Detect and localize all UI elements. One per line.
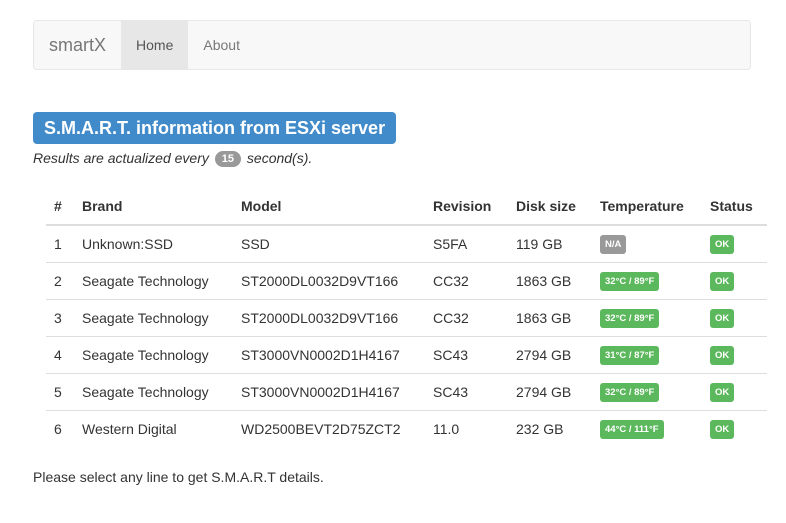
table-row[interactable]: 4 Seagate Technology ST3000VN0002D1H4167… xyxy=(46,336,767,374)
navbar-brand[interactable]: smartX xyxy=(34,21,121,69)
cell-revision: SC43 xyxy=(425,373,508,411)
cell-disk-size: 232 GB xyxy=(508,410,592,447)
cell-number: 2 xyxy=(46,262,74,300)
nav-item-home[interactable]: Home xyxy=(121,21,189,69)
table-row[interactable]: 6 Western Digital WD2500BEVT2D75ZCT2 11.… xyxy=(46,410,767,447)
column-header-disk-size: Disk size xyxy=(508,187,592,226)
cell-brand: Unknown:SSD xyxy=(82,236,174,252)
cell-status: OK xyxy=(702,225,767,263)
temperature-badge: 32°C / 89°F xyxy=(600,382,660,402)
status-badge: OK xyxy=(710,345,735,365)
cell-temperature: 31°C / 87°F xyxy=(592,336,702,374)
navbar: smartX Home About xyxy=(33,20,751,70)
cell-status: OK xyxy=(702,373,767,411)
table-header-row: # Brand Model Revision Disk size Tempera… xyxy=(46,187,767,226)
cell-disk-size: 2794 GB xyxy=(508,373,592,411)
cell-model: ST2000DL0032D9VT166 xyxy=(233,299,425,337)
page-title: S.M.A.R.T. information from ESXi server xyxy=(33,112,397,144)
refresh-suffix: second(s). xyxy=(246,150,313,166)
status-badge: OK xyxy=(710,419,735,439)
cell-model: WD2500BEVT2D75ZCT2 xyxy=(233,410,425,447)
refresh-info: Results are actualized every 15 second(s… xyxy=(33,149,313,168)
cell-temperature: 32°C / 89°F xyxy=(592,262,702,300)
temperature-badge: 44°C / 111°F xyxy=(600,419,664,439)
temperature-badge: N/A xyxy=(600,234,627,254)
cell-brand: Seagate Technology xyxy=(74,262,233,300)
table-row[interactable]: 2 Seagate Technology ST2000DL0032D9VT166… xyxy=(46,262,767,300)
table-row[interactable]: 5 Seagate Technology ST3000VN0002D1H4167… xyxy=(46,373,767,411)
cell-brand: Seagate Technology xyxy=(74,373,233,411)
cell-model: SSD xyxy=(241,236,270,252)
refresh-seconds-badge: 15 xyxy=(214,151,242,168)
status-badge: OK xyxy=(710,382,735,402)
cell-disk-size: 2794 GB xyxy=(508,336,592,374)
cell-revision: SC43 xyxy=(425,336,508,374)
cell-temperature: 44°C / 111°F xyxy=(592,410,702,447)
cell-status: OK xyxy=(702,299,767,337)
status-badge: OK xyxy=(710,308,735,328)
cell-revision: S5FA xyxy=(433,236,468,252)
column-header-temperature: Temperature xyxy=(592,187,702,226)
cell-status: OK xyxy=(702,336,767,374)
column-header-number: # xyxy=(46,187,74,226)
cell-disk-size: 1863 GB xyxy=(508,299,592,337)
cell-brand: Seagate Technology xyxy=(74,336,233,374)
cell-disk-size: 119 GB xyxy=(516,236,563,252)
column-header-status: Status xyxy=(702,187,767,226)
status-badge: OK xyxy=(710,234,735,254)
cell-brand: Western Digital xyxy=(74,410,233,447)
column-header-revision: Revision xyxy=(425,187,508,226)
cell-temperature: N/A xyxy=(592,225,702,263)
nav-item-about[interactable]: About xyxy=(188,21,255,69)
cell-temperature: 32°C / 89°F xyxy=(592,373,702,411)
cell-model: ST2000DL0032D9VT166 xyxy=(233,262,425,300)
cell-revision: CC32 xyxy=(425,262,508,300)
cell-temperature: 32°C / 89°F xyxy=(592,299,702,337)
disks-table: # Brand Model Revision Disk size Tempera… xyxy=(46,187,767,447)
temperature-badge: 32°C / 89°F xyxy=(600,308,660,328)
temperature-badge: 31°C / 87°F xyxy=(600,345,660,365)
cell-number: 1 xyxy=(54,236,62,252)
column-header-brand: Brand xyxy=(74,187,233,226)
cell-number: 5 xyxy=(46,373,74,411)
cell-number: 3 xyxy=(46,299,74,337)
refresh-prefix: Results are actualized every xyxy=(33,150,209,166)
cell-revision: 11.0 xyxy=(425,410,508,447)
status-badge: OK xyxy=(710,271,735,291)
cell-disk-size: 1863 GB xyxy=(508,262,592,300)
cell-revision: CC32 xyxy=(425,299,508,337)
footer-hint: Please select any line to get S.M.A.R.T … xyxy=(33,469,324,485)
cell-status: OK xyxy=(702,262,767,300)
cell-model: ST3000VN0002D1H4167 xyxy=(233,373,425,411)
temperature-badge: 32°C / 89°F xyxy=(600,271,660,291)
cell-brand: Seagate Technology xyxy=(74,299,233,337)
column-header-model: Model xyxy=(233,187,425,226)
cell-number: 4 xyxy=(46,336,74,374)
table-row[interactable]: 1 Unknown:SSD SSD S5FA 119 GB N/A OK xyxy=(46,225,767,263)
cell-model: ST3000VN0002D1H4167 xyxy=(233,336,425,374)
table-row[interactable]: 3 Seagate Technology ST2000DL0032D9VT166… xyxy=(46,299,767,337)
cell-number: 6 xyxy=(46,410,74,447)
cell-status: OK xyxy=(702,410,767,447)
